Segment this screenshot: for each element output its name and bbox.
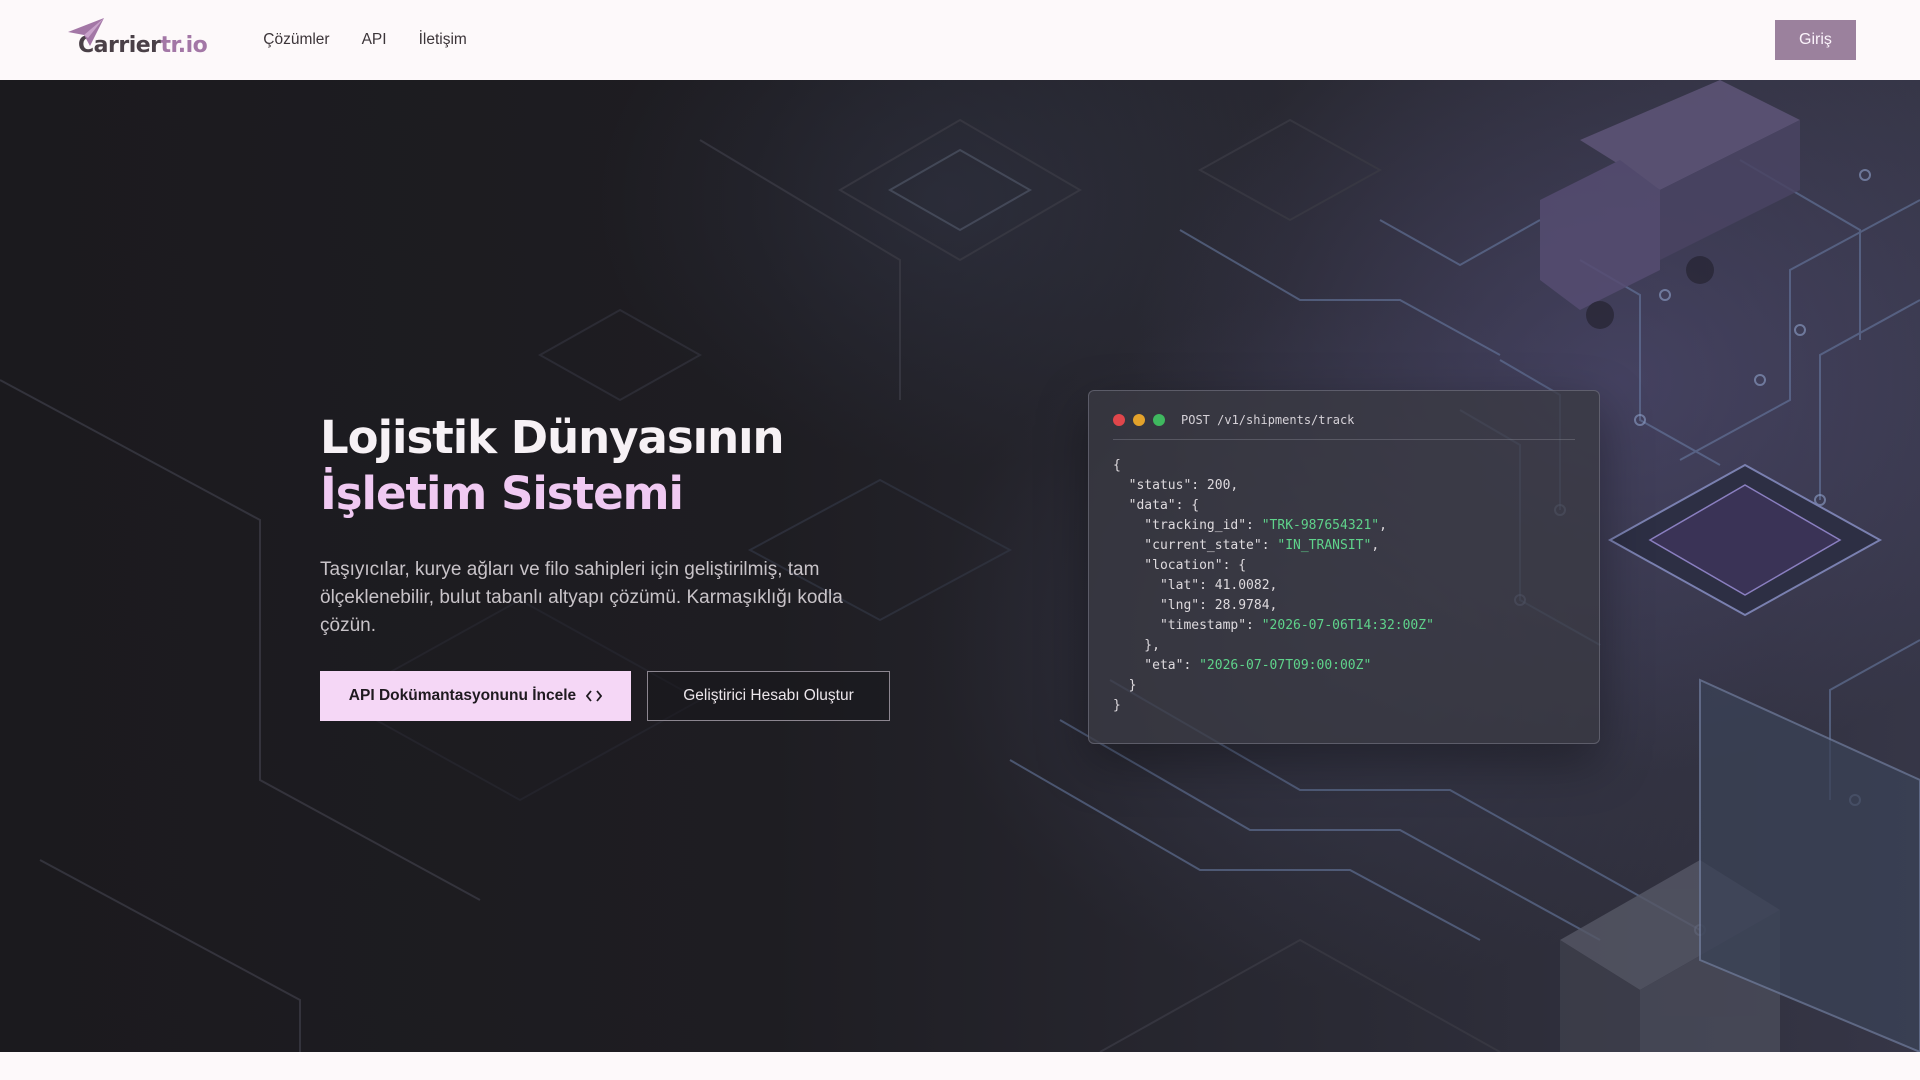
hero-title: Lojistik Dünyasının İşletim Sistemi	[320, 411, 785, 520]
nav-link-solutions[interactable]: Çözümler	[263, 31, 329, 49]
cta-row: API Dokümantasyonunu İncele Geliştirici …	[320, 671, 920, 721]
json-response: { "status": 200, "data": { "tracking_id"…	[1113, 458, 1434, 713]
code-card-header: POST /v1/shipments/track	[1113, 413, 1575, 440]
cpu-chip-illustration	[1607, 463, 1883, 617]
nav-links: Çözümler API İletişim	[263, 31, 467, 49]
hero-section: Lojistik Dünyasının İşletim Sistemi Taşı…	[0, 80, 1920, 1052]
nav-link-contact[interactable]: İletişim	[419, 31, 467, 49]
nav-link-api[interactable]: API	[362, 31, 387, 49]
api-docs-button[interactable]: API Dokümantasyonunu İncele	[320, 671, 631, 721]
paper-plane-icon	[68, 18, 104, 46]
hero-text: Lojistik Dünyasının İşletim Sistemi Taşı…	[320, 410, 920, 721]
create-developer-account-button[interactable]: Geliştirici Hesabı Oluştur	[647, 671, 890, 721]
brand-logo[interactable]: Carriertr.io	[64, 18, 208, 62]
circuit-background-illustration	[0, 80, 1920, 1052]
window-minimize-dot	[1133, 414, 1145, 426]
api-response-card: POST /v1/shipments/track { "status": 200…	[1088, 390, 1600, 744]
api-docs-button-label: API Dokümantasyonunu İncele	[348, 687, 577, 704]
window-maximize-dot	[1153, 414, 1165, 426]
endpoint-label: POST /v1/shipments/track	[1181, 413, 1355, 427]
truck-illustration	[1540, 80, 1800, 329]
code-brackets-icon	[586, 690, 603, 702]
hero-title-accent: İşletim Sistemi	[320, 467, 684, 520]
hero-subtitle: Taşıyıcılar, kurye ağları ve filo sahipl…	[320, 559, 843, 636]
login-button[interactable]: Giriş	[1775, 20, 1856, 60]
page-bottom-strip	[0, 1052, 1920, 1080]
window-close-dot	[1113, 414, 1125, 426]
top-navbar: Carriertr.io Çözümler API İletişim Giriş	[0, 0, 1920, 80]
